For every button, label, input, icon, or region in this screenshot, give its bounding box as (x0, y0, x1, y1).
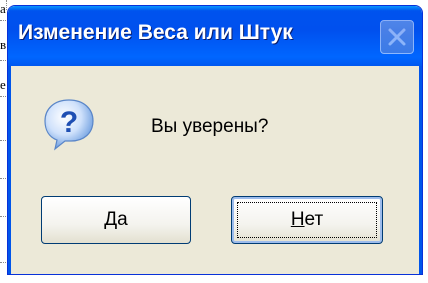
dialog-message: Вы уверены? (151, 116, 269, 137)
close-icon (388, 28, 406, 46)
dialog-body: ? Вы уверены? Да Нет (8, 66, 422, 274)
yes-button-label: Да (104, 209, 128, 230)
close-button[interactable] (380, 20, 414, 54)
yes-button[interactable]: Да (41, 196, 191, 244)
svg-text:?: ? (60, 106, 78, 139)
no-button-label: Нет (290, 209, 324, 230)
title-bar[interactable]: Изменение Веса или Штук (8, 6, 422, 66)
no-button[interactable]: Нет (231, 196, 383, 244)
dialog-title: Изменение Веса или Штук (18, 21, 293, 44)
question-icon: ? (44, 99, 94, 151)
confirm-dialog: Изменение Веса или Штук ? Вы уверены? Да (8, 6, 422, 274)
